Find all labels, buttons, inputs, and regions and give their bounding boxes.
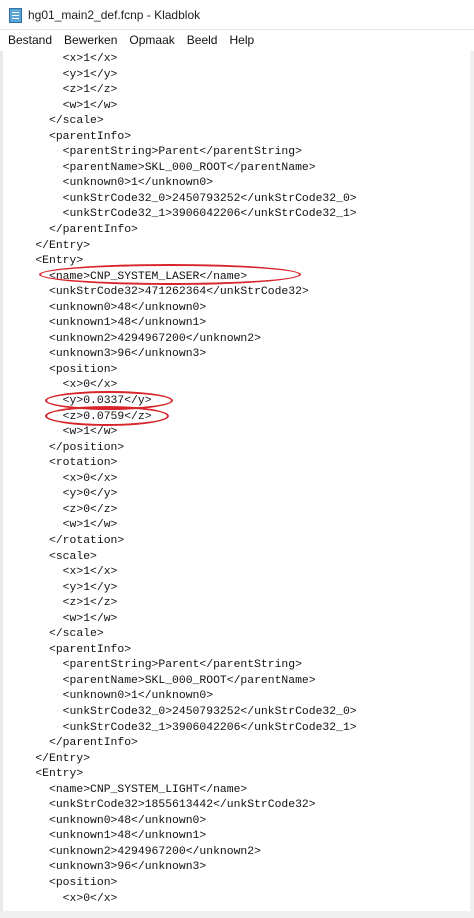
horizontal-scrollbar[interactable] — [0, 911, 470, 918]
code-line: <parentInfo> — [8, 643, 132, 656]
code-line: <unknown0>1</unknown0> — [8, 690, 214, 703]
title-bar[interactable]: hg01_main2_def.fcnp - Kladblok — [0, 0, 474, 30]
code-line: <rotation> — [8, 457, 118, 470]
editor-text[interactable]: <x>1</x> <y>1</y> <z>1</z> <w>1</w> </sc… — [8, 52, 357, 907]
menu-opmaak[interactable]: Opmaak — [123, 30, 180, 50]
code-line: </parentInfo> — [8, 224, 138, 237]
code-line: </Entry> — [8, 239, 91, 252]
code-line: <unknown3>96</unknown3> — [8, 861, 207, 874]
code-line: <position> — [8, 876, 118, 889]
code-line: <unkStrCode32>471262364</unkStrCode32> — [8, 286, 309, 299]
code-line: <x>0</x> — [8, 472, 118, 485]
code-line: <w>1</w> — [8, 99, 118, 112]
code-line: <name>CNP_SYSTEM_LASER</name> — [8, 270, 248, 283]
code-line: <unkStrCode32_0>2450793252</unkStrCode32… — [8, 705, 357, 718]
code-line: </position> — [8, 441, 125, 454]
code-line: <unknown3>96</unknown3> — [8, 348, 207, 361]
code-line: <y>1</y> — [8, 581, 118, 594]
menu-bestand[interactable]: Bestand — [2, 30, 58, 50]
code-line: </rotation> — [8, 534, 125, 547]
code-line: <unkStrCode32_1>3906042206</unkStrCode32… — [8, 721, 357, 734]
code-line: <unknown0>48</unknown0> — [8, 301, 207, 314]
editor-left-border — [0, 51, 3, 918]
code-line: <unknown0>1</unknown0> — [8, 177, 214, 190]
code-line: <unkStrCode32_1>3906042206</unkStrCode32… — [8, 208, 357, 221]
code-line: <parentInfo> — [8, 130, 132, 143]
code-line: <y>0.0337</y> — [8, 395, 152, 408]
code-line: <z>1</z> — [8, 597, 118, 610]
code-line: <unkStrCode32>1855613442</unkStrCode32> — [8, 799, 316, 812]
menu-help[interactable]: Help — [223, 30, 260, 50]
menu-bar: Bestand Bewerken Opmaak Beeld Help — [0, 30, 474, 50]
code-line: <parentString>Parent</parentString> — [8, 146, 302, 159]
code-line: <y>1</y> — [8, 68, 118, 81]
code-line: <y>0</y> — [8, 488, 118, 501]
menu-beeld[interactable]: Beeld — [181, 30, 224, 50]
code-line: <parentName>SKL_000_ROOT</parentName> — [8, 674, 316, 687]
code-line: <scale> — [8, 550, 97, 563]
code-line: </scale> — [8, 115, 104, 128]
window-title: hg01_main2_def.fcnp - Kladblok — [28, 8, 201, 22]
code-line: <Entry> — [8, 768, 84, 781]
code-line: <unknown2>4294967200</unknown2> — [8, 332, 261, 345]
code-line: <unknown1>48</unknown1> — [8, 830, 207, 843]
code-line: <w>1</w> — [8, 426, 118, 439]
code-line: <unkStrCode32_0>2450793252</unkStrCode32… — [8, 192, 357, 205]
code-line: <unknown1>48</unknown1> — [8, 317, 207, 330]
code-line: <position> — [8, 363, 118, 376]
code-line: <z>0.0759</z> — [8, 410, 152, 423]
code-line: <w>1</w> — [8, 519, 118, 532]
vertical-scrollbar[interactable] — [470, 51, 474, 918]
code-line: <w>1</w> — [8, 612, 118, 625]
code-line: <x>0</x> — [8, 892, 118, 905]
notepad-icon — [9, 8, 22, 23]
code-line: <x>0</x> — [8, 379, 118, 392]
code-line: </scale> — [8, 628, 104, 641]
menu-bewerken[interactable]: Bewerken — [58, 30, 123, 50]
code-line: <x>1</x> — [8, 53, 118, 65]
code-line: <unknown2>4294967200</unknown2> — [8, 845, 261, 858]
code-line: <x>1</x> — [8, 566, 118, 579]
code-line: <parentName>SKL_000_ROOT</parentName> — [8, 161, 316, 174]
code-line: <Entry> — [8, 255, 84, 268]
code-line: <parentString>Parent</parentString> — [8, 659, 302, 672]
code-line: <z>0</z> — [8, 503, 118, 516]
code-line: <z>1</z> — [8, 84, 118, 97]
code-line: </parentInfo> — [8, 737, 138, 750]
code-line: <unknown0>48</unknown0> — [8, 814, 207, 827]
code-line: <name>CNP_SYSTEM_LIGHT</name> — [8, 783, 248, 796]
code-line: </Entry> — [8, 752, 91, 765]
